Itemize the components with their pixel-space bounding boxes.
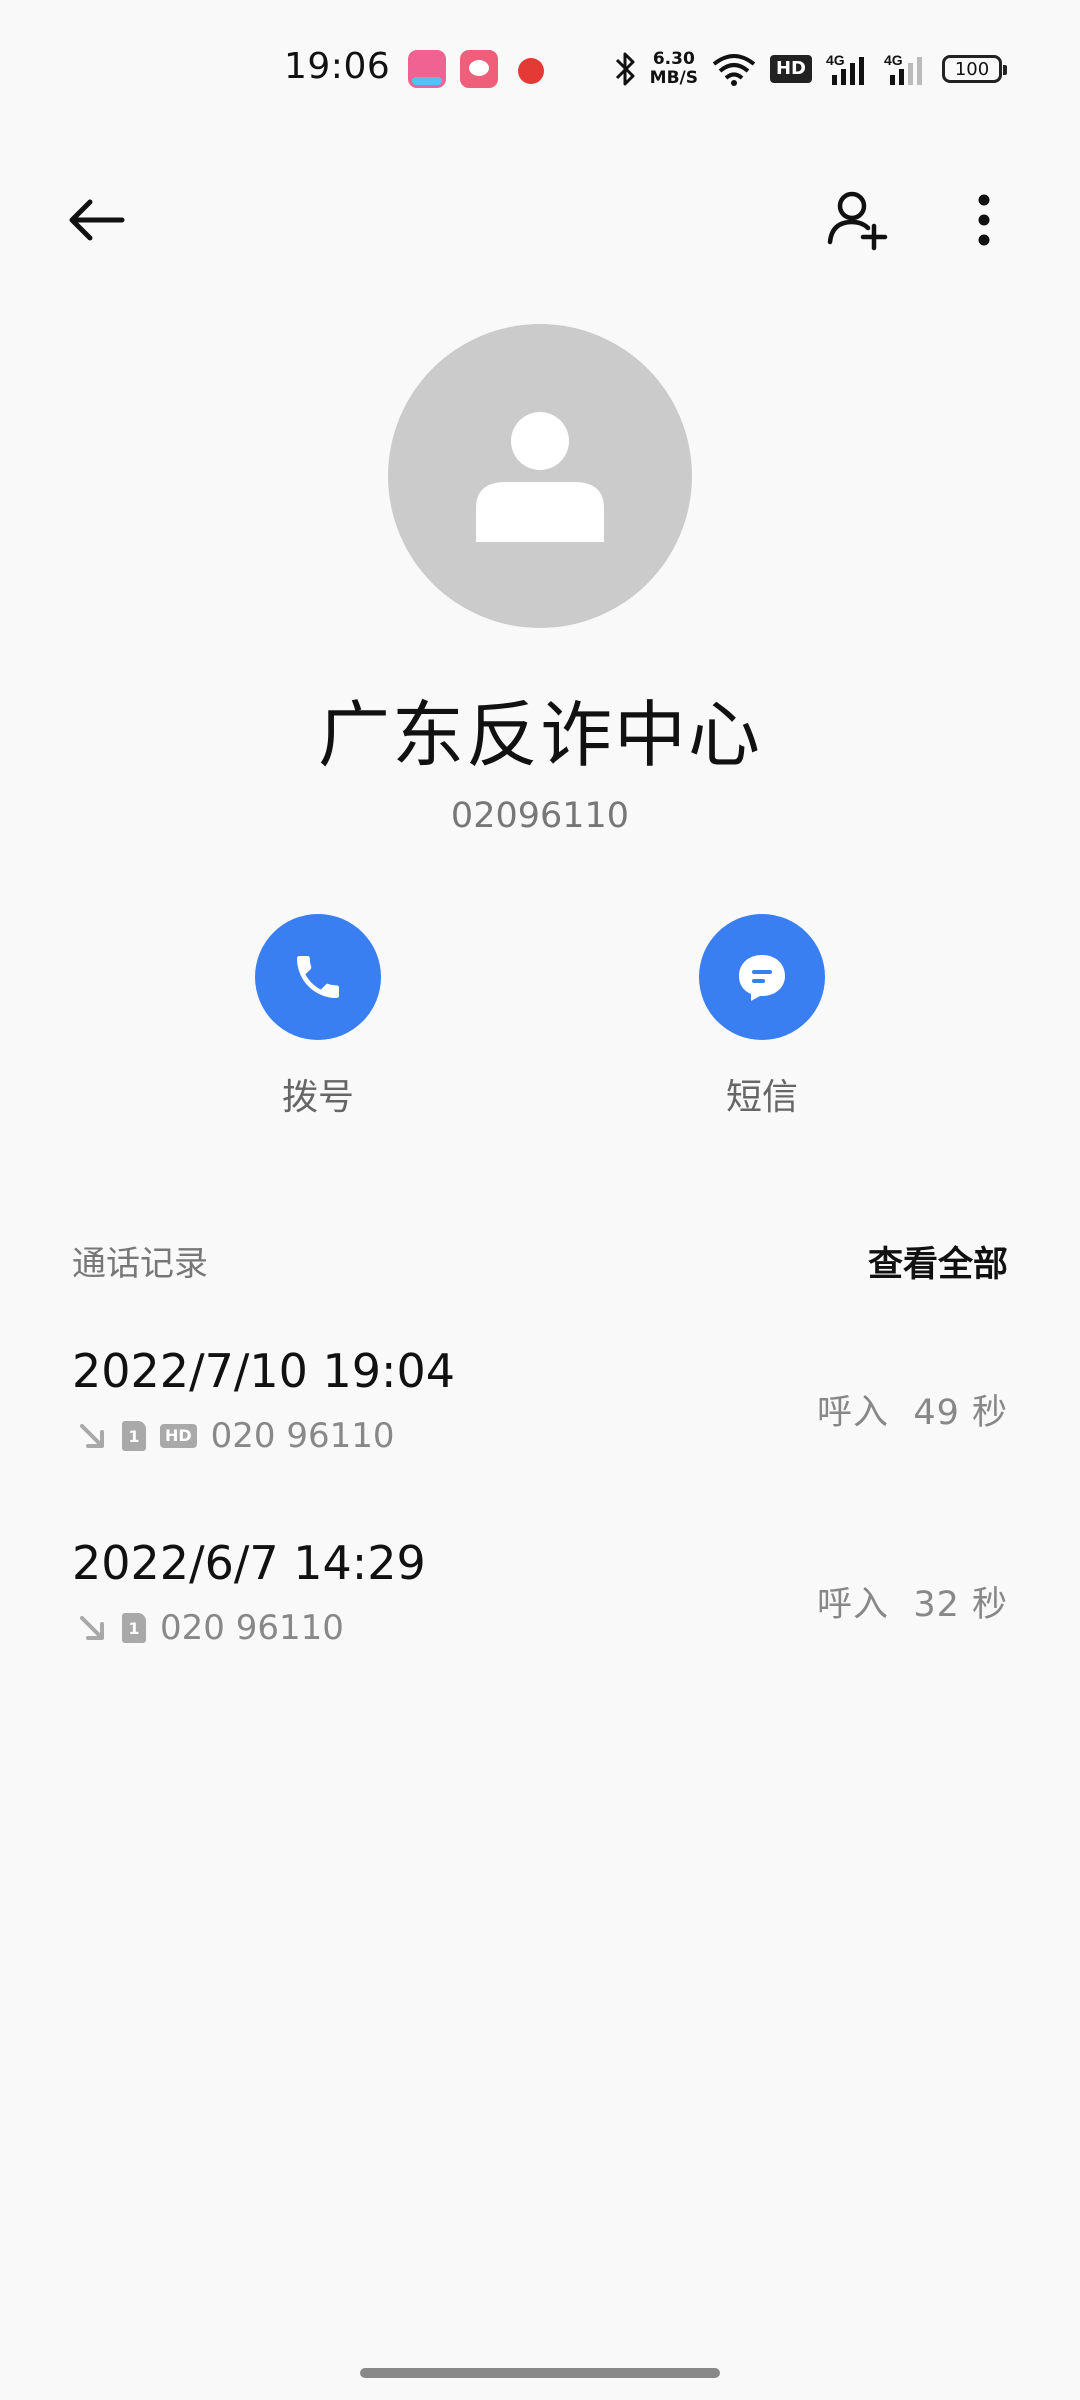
hd-call-badge: HD [160, 1424, 197, 1448]
network-speed: 6.30 MB/S [650, 50, 698, 88]
more-vertical-icon [978, 194, 990, 246]
network-speed-value: 6.30 [652, 49, 695, 69]
contact-name: 广东反诈中心 [317, 693, 762, 777]
call-label: 拨号 [281, 1077, 354, 1118]
network-speed-unit: MB/S [649, 68, 698, 88]
call-meta: 1 020 96110 [76, 1608, 344, 1648]
sms-action[interactable]: 短信 [662, 914, 862, 1120]
more-options-button[interactable] [944, 180, 1024, 260]
notification-app-icon [460, 50, 498, 88]
call-datetime: 2022/7/10 19:04 [72, 1344, 456, 1398]
phone-icon [297, 956, 339, 998]
status-icons: 6.30 MB/S HD 4G 4G 100 [614, 44, 1007, 94]
call-record[interactable]: 2022/6/7 14:29 1 020 96110 呼入 32 秒 [72, 1536, 1008, 1686]
call-type-duration: 呼入 32 秒 [817, 1576, 1008, 1627]
call-duration: 49 秒 [913, 1393, 1008, 1433]
contact-avatar [388, 324, 692, 628]
incoming-call-icon [80, 1616, 104, 1640]
wifi-icon [712, 54, 756, 86]
call-type-duration: 呼入 49 秒 [817, 1384, 1008, 1435]
battery-level: 100 [954, 58, 990, 80]
signal-sim1-icon: 4G [826, 52, 864, 85]
call-type: 呼入 [817, 1393, 890, 1433]
home-indicator[interactable] [360, 2368, 720, 2378]
call-button[interactable] [255, 914, 381, 1040]
call-action[interactable]: 拨号 [218, 914, 418, 1120]
call-datetime: 2022/6/7 14:29 [72, 1536, 426, 1590]
notification-red-icon [512, 50, 550, 88]
message-icon [739, 955, 785, 1001]
bluetooth-icon [615, 52, 635, 86]
status-time: 19:06 [284, 46, 391, 87]
svg-text:4G: 4G [826, 52, 845, 68]
add-contact-button[interactable] [818, 180, 898, 260]
battery-icon: 100 [942, 55, 1007, 83]
sms-button[interactable] [699, 914, 825, 1040]
person-placeholder-icon [476, 412, 604, 542]
view-all-button[interactable]: 查看全部 [868, 1236, 1008, 1287]
sim-card-icon: 1 [122, 1613, 146, 1643]
call-history-header: 通话记录 查看全部 [72, 1236, 1008, 1286]
arrow-left-icon [69, 199, 125, 241]
incoming-call-icon [80, 1424, 104, 1448]
call-type: 呼入 [817, 1585, 890, 1625]
back-button[interactable] [56, 180, 136, 260]
sim-card-icon: 1 [122, 1421, 146, 1451]
bilibili-app-icon [408, 50, 446, 88]
call-number: 020 96110 [210, 1416, 395, 1456]
contact-number[interactable]: 02096110 [0, 796, 1080, 836]
person-add-icon [827, 191, 888, 251]
volte-hd-badge: HD [769, 55, 812, 83]
svg-text:4G: 4G [884, 52, 903, 68]
sms-label: 短信 [725, 1077, 798, 1118]
call-record[interactable]: 2022/7/10 19:04 1 HD 020 96110 呼入 49 秒 [72, 1344, 1008, 1494]
call-duration: 32 秒 [913, 1585, 1008, 1625]
call-meta: 1 HD 020 96110 [76, 1416, 395, 1456]
status-bar: 19:06 6.30 MB/S HD 4G 4G 100 [0, 0, 1080, 140]
call-number: 020 96110 [160, 1608, 344, 1648]
signal-sim2-icon: 4G [884, 52, 922, 85]
call-history-title: 通话记录 [72, 1244, 208, 1284]
